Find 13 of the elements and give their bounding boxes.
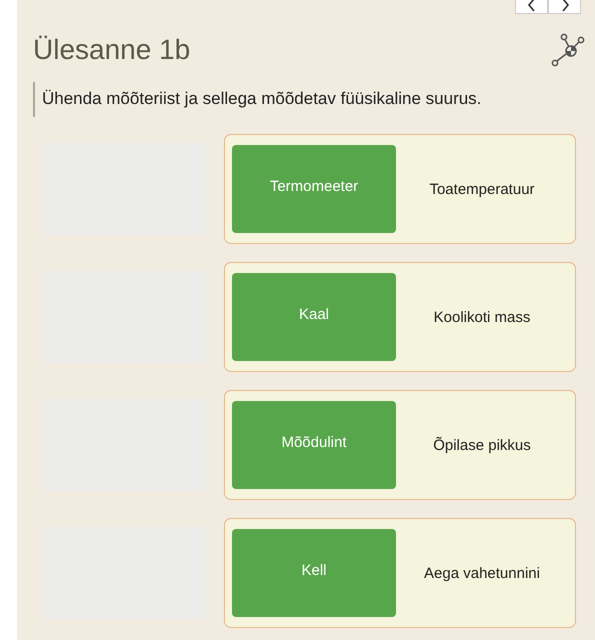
quantity-label: Toatemperatuur (428, 180, 536, 198)
tool-tile[interactable]: Kell (232, 529, 396, 617)
tool-tile[interactable]: Kaal (232, 273, 396, 361)
network-icon (551, 33, 585, 67)
tool-tile[interactable]: Termomeeter (232, 145, 396, 233)
tool-tile[interactable]: Mõõdulint (232, 401, 396, 489)
quantity-label: Õpilase pikkus (432, 436, 532, 454)
previous-button[interactable] (515, 0, 548, 14)
task-title: Ülesanne 1b (33, 33, 190, 67)
quantity-label: Aega vahetunnini (423, 564, 541, 582)
next-button[interactable] (548, 0, 581, 14)
quantity-label: Koolikoti mass (432, 308, 532, 326)
instruction-text: Ühenda mõõteriist ja sellega mõõdetav füüsikaline suurus. (33, 82, 577, 117)
